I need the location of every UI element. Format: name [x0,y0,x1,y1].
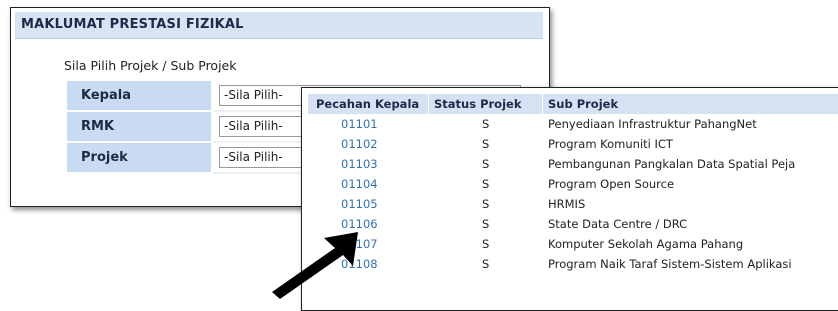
table-row[interactable]: 01103 S Pembangunan Pangkalan Data Spati… [308,154,838,174]
table-row[interactable]: 01105 S HRMIS [308,194,838,214]
row-code[interactable]: 01103 [341,157,378,171]
row-code[interactable]: 01104 [341,177,378,191]
column-header-pecahan-kepala[interactable]: Pecahan Kepala [316,97,419,111]
row-status: S [482,257,490,271]
form-label-cell: RMK [67,112,211,143]
projek-select-value: -Sila Pilih- [224,150,283,164]
panel-title: MAKLUMAT PRESTASI FIZIKAL [21,17,244,32]
row-sub-projek: HRMIS [548,197,586,211]
column-header-status-projek[interactable]: Status Projek [434,97,521,111]
row-status: S [482,177,490,191]
grid-header: Pecahan Kepala Status Projek Sub Projek [308,94,838,114]
row-status: S [482,157,490,171]
table-row[interactable]: 01108 S Program Naik Taraf Sistem-Sistem… [308,254,838,274]
row-sub-projek: Penyediaan Infrastruktur PahangNet [548,117,757,131]
table-row[interactable]: 01101 S Penyediaan Infrastruktur PahangN… [308,114,838,134]
row-status: S [482,137,490,151]
sub-projek-popup: Pecahan Kepala Status Projek Sub Projek … [301,87,838,311]
row-code[interactable]: 01105 [341,197,378,211]
table-row[interactable]: 01106 S State Data Centre / DRC [308,214,838,234]
row-sub-projek: Program Naik Taraf Sistem-Sistem Aplikas… [548,257,792,271]
section-label: Sila Pilih Projek / Sub Projek [64,58,237,73]
row-status: S [482,117,490,131]
projek-label: Projek [81,150,128,165]
row-sub-projek: Pembangunan Pangkalan Data Spatial Peja [548,157,796,171]
row-status: S [482,217,490,231]
form-label-cell: Projek [67,143,211,174]
rmk-label: RMK [81,119,115,134]
panel-header: MAKLUMAT PRESTASI FIZIKAL [15,12,543,39]
column-divider [542,94,543,114]
row-sub-projek: State Data Centre / DRC [548,217,688,231]
row-sub-projek: Komputer Sekolah Agama Pahang [548,237,744,251]
column-divider [428,94,429,114]
row-status: S [482,197,490,211]
form-label-cell: Kepala [67,81,211,112]
row-status: S [482,237,490,251]
kepala-select-value: -Sila Pilih- [224,88,283,102]
table-row[interactable]: 01102 S Program Komuniti ICT [308,134,838,154]
kepala-label: Kepala [81,88,131,103]
pointer-arrow-icon [272,232,358,299]
row-code[interactable]: 01101 [341,117,378,131]
row-sub-projek: Program Komuniti ICT [548,137,673,151]
rmk-select-value: -Sila Pilih- [224,119,283,133]
column-header-sub-projek[interactable]: Sub Projek [548,97,618,111]
table-row[interactable]: 01107 S Komputer Sekolah Agama Pahang [308,234,838,254]
table-row[interactable]: 01104 S Program Open Source [308,174,838,194]
row-sub-projek: Program Open Source [548,177,675,191]
row-code[interactable]: 01102 [341,137,378,151]
